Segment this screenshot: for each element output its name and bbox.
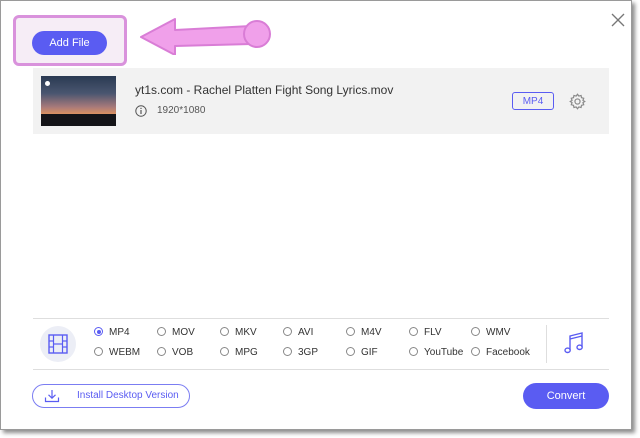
film-icon[interactable] [40, 326, 76, 362]
thumbnail-landscape [41, 114, 116, 126]
music-note-icon[interactable] [563, 331, 585, 355]
output-format-badge[interactable]: MP4 [512, 92, 554, 110]
format-label: WMV [486, 327, 511, 338]
format-label: AVI [298, 327, 314, 338]
thumbnail-logo [45, 81, 50, 86]
radio-button[interactable] [283, 347, 292, 356]
format-option-wmv[interactable]: WMV [471, 327, 510, 338]
radio-button[interactable] [220, 347, 229, 356]
radio-button[interactable] [409, 347, 418, 356]
radio-button[interactable] [94, 327, 103, 336]
format-label: Facebook [486, 347, 530, 358]
format-option-facebook[interactable]: Facebook [471, 347, 530, 358]
format-label: 3GP [298, 347, 319, 358]
format-divider [546, 325, 547, 363]
format-option-avi[interactable]: AVI [283, 327, 313, 338]
download-icon [44, 390, 60, 403]
format-option-youtube[interactable]: YouTube [409, 347, 463, 358]
format-option-mkv[interactable]: MKV [220, 327, 257, 338]
format-label: MP4 [109, 327, 130, 338]
video-thumbnail [41, 76, 116, 126]
converter-dialog: Add File yt1s.com - Rachel Platten Fight… [0, 0, 632, 430]
format-option-mp4[interactable]: MP4 [94, 327, 130, 338]
format-option-flv[interactable]: FLV [409, 327, 442, 338]
gear-icon[interactable] [569, 93, 586, 110]
format-selector: MP4 MOV MKV AVI M4V FLV WMV WEBM VOB MPG… [33, 318, 609, 370]
radio-button[interactable] [157, 347, 166, 356]
format-option-gif[interactable]: GIF [346, 347, 378, 358]
format-option-3gp[interactable]: 3GP [283, 347, 318, 358]
convert-button[interactable]: Convert [523, 383, 609, 409]
radio-button[interactable] [346, 347, 355, 356]
format-label: M4V [361, 327, 382, 338]
format-label: FLV [424, 327, 442, 338]
radio-button[interactable] [346, 327, 355, 336]
format-label: VOB [172, 347, 194, 358]
close-icon[interactable] [609, 11, 627, 29]
format-label: GIF [361, 347, 378, 358]
annotation-arrow-icon [140, 18, 271, 55]
file-resolution: 1920*1080 [157, 105, 206, 116]
radio-button[interactable] [409, 327, 418, 336]
format-label: WEBM [109, 347, 141, 358]
radio-button[interactable] [157, 327, 166, 336]
info-icon[interactable] [135, 105, 147, 117]
format-option-vob[interactable]: VOB [157, 347, 193, 358]
file-list-item: yt1s.com - Rachel Platten Fight Song Lyr… [33, 68, 609, 134]
radio-button[interactable] [94, 347, 103, 356]
format-option-mpg[interactable]: MPG [220, 347, 258, 358]
radio-button[interactable] [283, 327, 292, 336]
format-option-mov[interactable]: MOV [157, 327, 195, 338]
format-option-m4v[interactable]: M4V [346, 327, 382, 338]
format-label: MOV [172, 327, 195, 338]
radio-button[interactable] [471, 347, 480, 356]
file-name: yt1s.com - Rachel Platten Fight Song Lyr… [135, 83, 394, 97]
install-desktop-button[interactable]: Install Desktop Version [32, 384, 190, 408]
radio-button[interactable] [471, 327, 480, 336]
format-label: YouTube [424, 347, 464, 358]
format-label: MKV [235, 327, 257, 338]
add-file-button[interactable]: Add File [32, 31, 107, 55]
radio-button[interactable] [220, 327, 229, 336]
format-option-webm[interactable]: WEBM [94, 347, 140, 358]
install-desktop-label: Install Desktop Version [77, 390, 179, 401]
format-label: MPG [235, 347, 258, 358]
